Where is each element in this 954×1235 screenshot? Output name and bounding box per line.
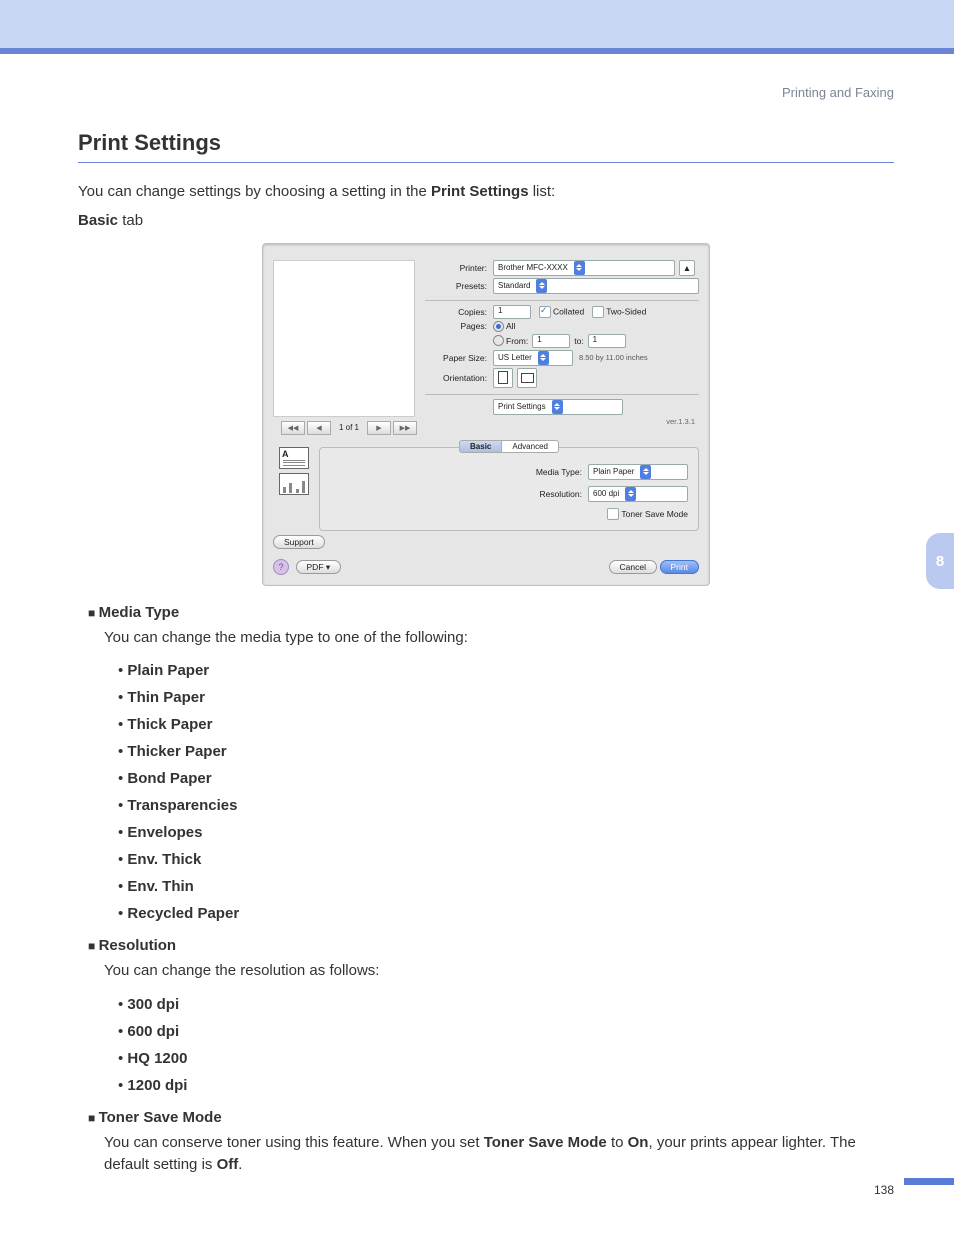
pages-from-input[interactable]: 1 — [532, 334, 570, 348]
pager-next-button[interactable]: ▶ — [367, 421, 391, 435]
list-item: 300 dpi — [118, 991, 894, 1018]
list-item: 1200 dpi — [118, 1072, 894, 1099]
resolution-heading: Resolution — [88, 937, 894, 954]
list-item: Thick Paper — [118, 711, 894, 738]
print-dialog: ◀◀ ◀ 1 of 1 ▶ ▶▶ Printer: Brother MFC-XX… — [262, 243, 710, 586]
list-item: Plain Paper — [118, 657, 894, 684]
list-item: Transparencies — [118, 792, 894, 819]
footer-bar — [904, 1178, 954, 1185]
pages-all-label: All — [506, 321, 515, 331]
media-list: Plain Paper Thin Paper Thick Paper Thick… — [118, 657, 894, 927]
print-settings-panel: Basic Advanced Media Type: Plain Paper R — [319, 447, 699, 531]
tab-line: Basic tab — [78, 212, 894, 229]
media-heading: Media Type — [88, 604, 894, 621]
pages-to-input[interactable]: 1 — [588, 334, 626, 348]
tab-basic[interactable]: Basic — [459, 440, 501, 453]
copies-label: Copies: — [425, 307, 493, 317]
collated-label: Collated — [553, 306, 584, 316]
resolution-select[interactable]: 600 dpi — [588, 486, 688, 502]
printer-expand-button[interactable]: ▲ — [679, 260, 695, 276]
title-rule — [78, 162, 894, 163]
list-item: Thicker Paper — [118, 738, 894, 765]
list-item: Envelopes — [118, 819, 894, 846]
orientation-portrait-button[interactable] — [493, 368, 513, 388]
tab-bold: Basic — [78, 212, 118, 229]
pages-tolabel: to: — [574, 336, 583, 346]
presets-select[interactable]: Standard — [493, 278, 699, 294]
pager-last-button[interactable]: ▶▶ — [393, 421, 417, 435]
printer-select[interactable]: Brother MFC-XXXX — [493, 260, 675, 276]
tonersave-label: Toner Save Mode — [621, 509, 688, 519]
list-item: Env. Thin — [118, 873, 894, 900]
presets-value: Standard — [498, 281, 530, 290]
twosided-checkbox[interactable] — [592, 306, 604, 318]
papersize-dims: 8.50 by 11.00 inches — [579, 353, 648, 362]
toner-heading: Toner Save Mode — [88, 1109, 894, 1126]
pages-fromlabel: From: — [506, 336, 528, 346]
resolution-value: 600 dpi — [593, 489, 619, 498]
printer-label: Printer: — [425, 263, 493, 273]
resolution-label: Resolution: — [539, 489, 588, 499]
pager-first-button[interactable]: ◀◀ — [281, 421, 305, 435]
print-preview — [273, 260, 415, 417]
resolution-list: 300 dpi 600 dpi HQ 1200 1200 dpi — [118, 991, 894, 1099]
list-item: Recycled Paper — [118, 900, 894, 927]
page-number: 138 — [874, 1183, 894, 1197]
help-button[interactable]: ? — [273, 559, 289, 575]
orientation-landscape-button[interactable] — [517, 368, 537, 388]
print-button[interactable]: Print — [660, 560, 699, 574]
copies-input[interactable]: 1 — [493, 305, 531, 319]
intro-bold: Print Settings — [431, 183, 529, 200]
intro-text: You can change settings by choosing a se… — [78, 181, 894, 204]
pdf-button[interactable]: PDF ▾ — [296, 560, 342, 574]
papersize-select[interactable]: US Letter — [493, 350, 573, 366]
resolution-desc: You can change the resolution as follows… — [104, 960, 894, 983]
pages-all-radio[interactable] — [493, 321, 504, 332]
tab-advanced[interactable]: Advanced — [501, 440, 559, 453]
papersize-label: Paper Size: — [425, 353, 493, 363]
driver-version: ver.1.3.1 — [425, 417, 699, 426]
media-desc: You can change the media type to one of … — [104, 627, 894, 650]
twosided-label: Two-Sided — [606, 306, 646, 316]
printer-value: Brother MFC-XXXX — [498, 263, 568, 272]
toner-desc: You can conserve toner using this featur… — [104, 1132, 894, 1177]
mediatype-select[interactable]: Plain Paper — [588, 464, 688, 480]
orientation-label: Orientation: — [425, 373, 493, 383]
list-item: Thin Paper — [118, 684, 894, 711]
mediatype-value: Plain Paper — [593, 467, 634, 476]
chapter-tab: 8 — [926, 533, 954, 589]
page-title: Print Settings — [78, 130, 894, 156]
presets-label: Presets: — [425, 281, 493, 291]
panel-select-value: Print Settings — [498, 402, 546, 411]
list-item: HQ 1200 — [118, 1045, 894, 1072]
list-item: Bond Paper — [118, 765, 894, 792]
pages-from-radio[interactable] — [493, 335, 504, 346]
pages-label: Pages: — [425, 321, 493, 331]
pager-prev-button[interactable]: ◀ — [307, 421, 331, 435]
settings-icons: A — [279, 447, 309, 495]
collated-checkbox[interactable] — [539, 306, 551, 318]
mediatype-label: Media Type: — [536, 467, 588, 477]
papersize-value: US Letter — [498, 353, 532, 362]
tonersave-checkbox[interactable] — [607, 508, 619, 520]
top-band — [0, 0, 954, 54]
support-button[interactable]: Support — [273, 535, 325, 549]
section-header: Printing and Faxing — [782, 85, 894, 100]
panel-select[interactable]: Print Settings — [493, 399, 623, 415]
preview-pager: ◀◀ ◀ 1 of 1 ▶ ▶▶ — [273, 421, 425, 435]
intro-pre: You can change settings by choosing a se… — [78, 183, 431, 200]
list-item: Env. Thick — [118, 846, 894, 873]
cancel-button[interactable]: Cancel — [609, 560, 657, 574]
intro-post: list: — [529, 183, 556, 200]
list-item: 600 dpi — [118, 1018, 894, 1045]
pager-text: 1 of 1 — [333, 423, 365, 432]
tab-rest: tab — [118, 212, 143, 229]
